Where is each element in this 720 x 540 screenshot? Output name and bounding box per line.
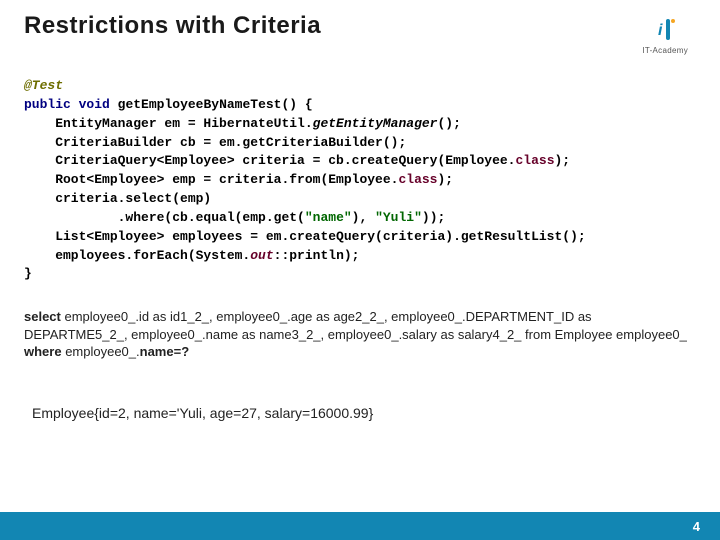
- keyword-public: public: [24, 97, 71, 112]
- sql-param: name=?: [140, 344, 190, 359]
- method-name: getEmployeeByNameTest: [118, 97, 282, 112]
- slide-content: @Test public void getEmployeeByNameTest(…: [0, 55, 720, 512]
- code-text: EntityManager em = HibernateUtil.: [24, 116, 313, 131]
- code-text: .where(cb.equal(emp.get(: [24, 210, 305, 225]
- code-block: @Test public void getEmployeeByNameTest(…: [24, 77, 696, 284]
- code-text: () {: [281, 97, 312, 112]
- code-text: ();: [437, 116, 460, 131]
- logo-icon: i: [651, 16, 679, 44]
- string-literal: "Yuli": [375, 210, 422, 225]
- annotation: @Test: [24, 78, 63, 93]
- sql-keyword: select: [24, 309, 61, 324]
- code-text: employees.forEach(System.: [24, 248, 250, 263]
- result-output: Employee{id=2, name='Yuli, age=27, salar…: [24, 405, 696, 421]
- svg-text:i: i: [658, 22, 663, 39]
- keyword-class: class: [398, 172, 437, 187]
- keyword-class: class: [515, 153, 554, 168]
- code-text: );: [555, 153, 571, 168]
- code-text: ));: [422, 210, 445, 225]
- slide-title: Restrictions with Criteria: [24, 12, 321, 40]
- code-text: List<Employee> employees = em.createQuer…: [24, 229, 586, 244]
- code-text: criteria.select(emp): [24, 191, 211, 206]
- code-text: );: [437, 172, 453, 187]
- code-text: ),: [352, 210, 375, 225]
- sql-output: select employee0_.id as id1_2_, employee…: [24, 308, 696, 361]
- code-text: }: [24, 266, 32, 281]
- slide-header: Restrictions with Criteria i IT-Academy: [0, 0, 720, 55]
- sql-keyword: where: [24, 344, 62, 359]
- sql-body: employee0_.id as id1_2_, employee0_.age …: [24, 309, 687, 342]
- string-literal: "name": [305, 210, 352, 225]
- logo-text: IT-Academy: [642, 46, 688, 55]
- system-out: out: [250, 248, 273, 263]
- code-text: ::println);: [274, 248, 360, 263]
- sql-tail: employee0_.: [62, 344, 140, 359]
- code-text: CriteriaBuilder cb = em.getCriteriaBuild…: [24, 135, 406, 150]
- page-number: 4: [693, 519, 700, 534]
- code-text: getEntityManager: [313, 116, 438, 131]
- slide-footer: 4: [0, 512, 720, 540]
- keyword-void: void: [79, 97, 110, 112]
- code-text: CriteriaQuery<Employee> criteria = cb.cr…: [24, 153, 515, 168]
- code-text: Root<Employee> emp = criteria.from(Emplo…: [24, 172, 398, 187]
- logo: i IT-Academy: [642, 12, 696, 55]
